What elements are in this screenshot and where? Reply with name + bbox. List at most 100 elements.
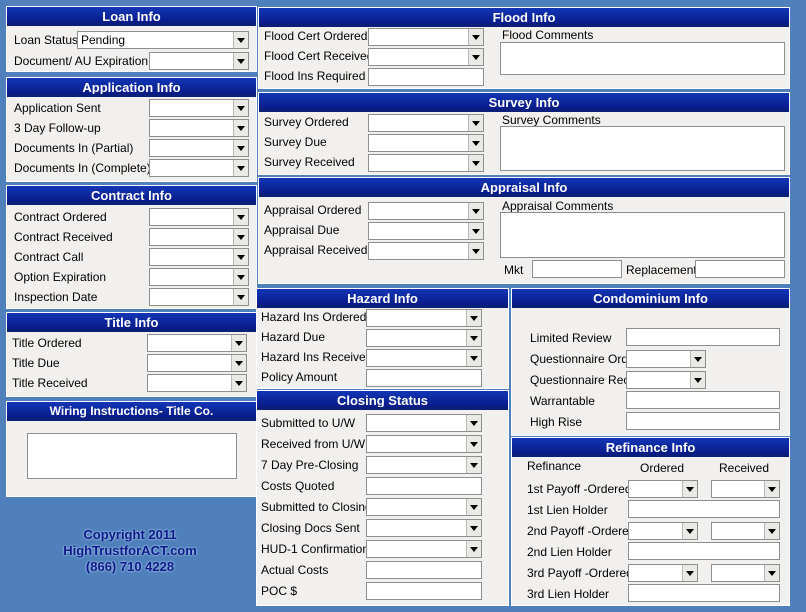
- chevron-down-icon[interactable]: [231, 355, 246, 371]
- documents-in-complete-combo[interactable]: [149, 159, 249, 177]
- chevron-down-icon[interactable]: [233, 229, 248, 245]
- appraisal-comments-memo[interactable]: [500, 212, 785, 258]
- warrantable-input[interactable]: [626, 391, 780, 409]
- third-payoff-received-combo[interactable]: [711, 564, 780, 582]
- chevron-down-icon[interactable]: [468, 155, 483, 171]
- policy-amount-input[interactable]: [366, 369, 482, 387]
- hazard-due-combo[interactable]: [366, 329, 482, 347]
- documents-in-partial-combo[interactable]: [149, 139, 249, 157]
- chevron-down-icon[interactable]: [764, 523, 779, 539]
- replacement-input[interactable]: [695, 260, 785, 278]
- chevron-down-icon[interactable]: [764, 481, 779, 497]
- loan-status-combo[interactable]: Pending: [77, 31, 249, 49]
- chevron-down-icon[interactable]: [468, 49, 483, 65]
- flood-comments-memo[interactable]: [500, 42, 785, 75]
- chevron-down-icon[interactable]: [466, 350, 481, 366]
- chevron-down-icon[interactable]: [233, 289, 248, 305]
- appraisal-ordered-combo[interactable]: [368, 202, 484, 220]
- chevron-down-icon[interactable]: [466, 330, 481, 346]
- chevron-down-icon[interactable]: [466, 541, 481, 557]
- seven-day-pre-closing-combo[interactable]: [366, 456, 482, 474]
- chevron-down-icon[interactable]: [468, 115, 483, 131]
- chevron-down-icon[interactable]: [466, 310, 481, 326]
- chevron-down-icon[interactable]: [466, 436, 481, 452]
- chevron-down-icon[interactable]: [466, 499, 481, 515]
- chevron-down-icon[interactable]: [690, 372, 705, 388]
- submitted-to-uw-combo[interactable]: [366, 414, 482, 432]
- mkt-input[interactable]: [532, 260, 622, 278]
- chevron-down-icon[interactable]: [468, 203, 483, 219]
- chevron-down-icon[interactable]: [682, 481, 697, 497]
- chevron-down-icon[interactable]: [233, 53, 248, 69]
- flood-cert-received-combo[interactable]: [368, 48, 484, 66]
- closing-status-header: Closing Status: [257, 391, 508, 410]
- wiring-instructions-memo[interactable]: [27, 433, 237, 479]
- three-day-followup-label: 3 Day Follow-up: [14, 121, 101, 135]
- chevron-down-icon[interactable]: [466, 415, 481, 431]
- questionnaire-rec-combo[interactable]: [626, 371, 706, 389]
- first-payoff-ordered-combo[interactable]: [628, 480, 698, 498]
- first-lien-holder-input[interactable]: [628, 500, 780, 518]
- submitted-to-closing-combo[interactable]: [366, 498, 482, 516]
- third-lien-holder-label: 3rd Lien Holder: [527, 587, 610, 601]
- first-payoff-received-combo[interactable]: [711, 480, 780, 498]
- chevron-down-icon[interactable]: [468, 29, 483, 45]
- chevron-down-icon[interactable]: [231, 335, 246, 351]
- second-lien-holder-input[interactable]: [628, 542, 780, 560]
- received-from-uw-combo[interactable]: [366, 435, 482, 453]
- appraisal-due-combo[interactable]: [368, 222, 484, 240]
- second-payoff-received-combo[interactable]: [711, 522, 780, 540]
- title-due-combo[interactable]: [147, 354, 247, 372]
- chevron-down-icon[interactable]: [468, 243, 483, 259]
- questionnaire-ord-combo[interactable]: [626, 350, 706, 368]
- hazard-ins-ordered-combo[interactable]: [366, 309, 482, 327]
- chevron-down-icon[interactable]: [466, 457, 481, 473]
- contract-call-combo[interactable]: [149, 248, 249, 266]
- chevron-down-icon[interactable]: [233, 160, 248, 176]
- option-expiration-combo[interactable]: [149, 268, 249, 286]
- chevron-down-icon[interactable]: [233, 209, 248, 225]
- inspection-date-combo[interactable]: [149, 288, 249, 306]
- chevron-down-icon[interactable]: [468, 223, 483, 239]
- chevron-down-icon[interactable]: [233, 120, 248, 136]
- hud1-confirmation-label: HUD-1 Confirmation: [261, 542, 370, 556]
- high-rise-input[interactable]: [626, 412, 780, 430]
- hazard-ins-received-combo[interactable]: [366, 349, 482, 367]
- survey-received-combo[interactable]: [368, 154, 484, 172]
- chevron-down-icon[interactable]: [233, 269, 248, 285]
- doc-au-expiration-combo[interactable]: [149, 52, 249, 70]
- title-received-combo[interactable]: [147, 374, 247, 392]
- chevron-down-icon[interactable]: [764, 565, 779, 581]
- chevron-down-icon[interactable]: [233, 100, 248, 116]
- three-day-followup-combo[interactable]: [149, 119, 249, 137]
- costs-quoted-input[interactable]: [366, 477, 482, 495]
- survey-due-combo[interactable]: [368, 134, 484, 152]
- chevron-down-icon[interactable]: [231, 375, 246, 391]
- chevron-down-icon[interactable]: [682, 523, 697, 539]
- appraisal-received-combo[interactable]: [368, 242, 484, 260]
- chevron-down-icon[interactable]: [466, 520, 481, 536]
- contract-ordered-combo[interactable]: [149, 208, 249, 226]
- survey-comments-memo[interactable]: [500, 126, 785, 171]
- appraisal-due-label: Appraisal Due: [264, 223, 340, 237]
- limited-review-input[interactable]: [626, 328, 780, 346]
- flood-cert-ordered-combo[interactable]: [368, 28, 484, 46]
- chevron-down-icon[interactable]: [682, 565, 697, 581]
- application-sent-combo[interactable]: [149, 99, 249, 117]
- third-payoff-ordered-combo[interactable]: [628, 564, 698, 582]
- contract-received-combo[interactable]: [149, 228, 249, 246]
- third-lien-holder-input[interactable]: [628, 584, 780, 602]
- chevron-down-icon[interactable]: [690, 351, 705, 367]
- closing-docs-sent-combo[interactable]: [366, 519, 482, 537]
- poc-input[interactable]: [366, 582, 482, 600]
- flood-ins-required-input[interactable]: [368, 68, 484, 86]
- second-payoff-ordered-combo[interactable]: [628, 522, 698, 540]
- survey-ordered-combo[interactable]: [368, 114, 484, 132]
- title-ordered-combo[interactable]: [147, 334, 247, 352]
- chevron-down-icon[interactable]: [233, 140, 248, 156]
- chevron-down-icon[interactable]: [233, 32, 248, 48]
- hud1-confirmation-combo[interactable]: [366, 540, 482, 558]
- chevron-down-icon[interactable]: [233, 249, 248, 265]
- chevron-down-icon[interactable]: [468, 135, 483, 151]
- actual-costs-input[interactable]: [366, 561, 482, 579]
